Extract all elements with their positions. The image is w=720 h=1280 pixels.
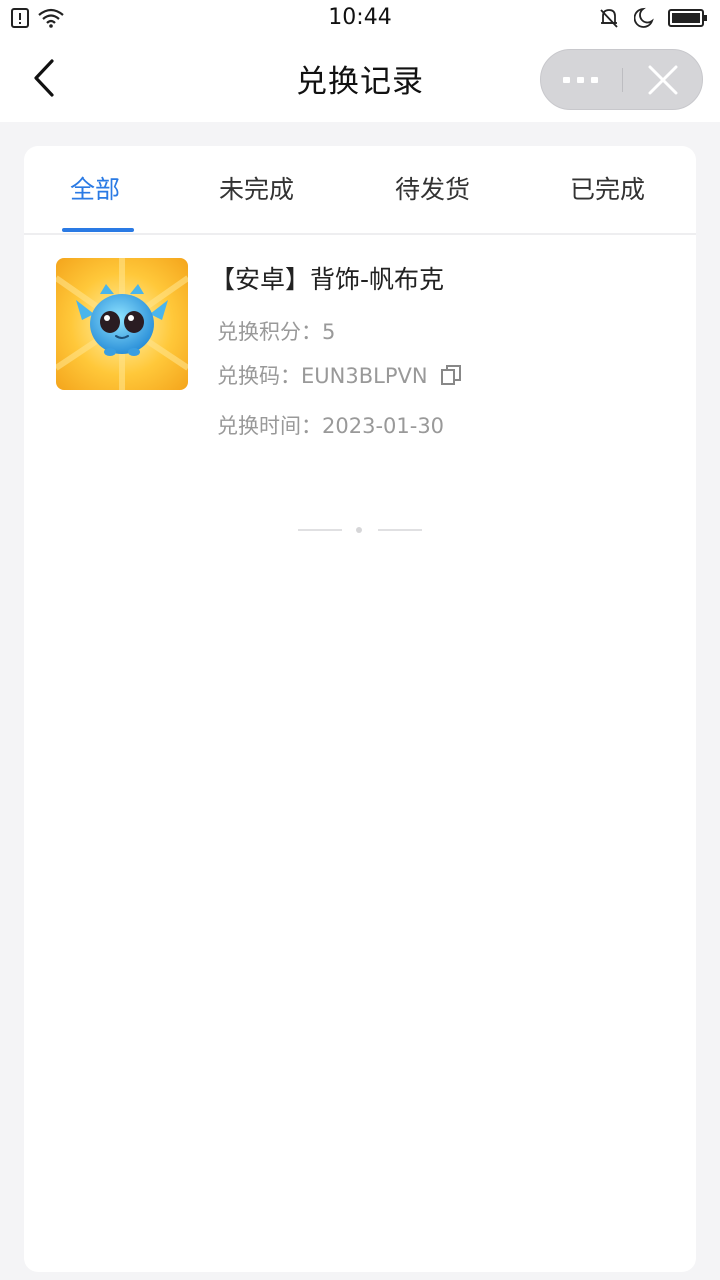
tab-all[interactable]: 全部 xyxy=(70,170,120,206)
more-dots-icon xyxy=(563,76,598,83)
copy-icon[interactable] xyxy=(440,364,462,391)
nav-bar: 兑换记录 xyxy=(0,38,720,122)
time-line: 兑换时间：2023-01-30 xyxy=(217,410,444,440)
code-label: 兑换码： xyxy=(217,364,301,388)
points-line: 兑换积分：5 xyxy=(217,316,335,346)
time-label: 兑换时间： xyxy=(217,414,322,438)
end-of-list-divider xyxy=(298,526,422,534)
product-name: 【安卓】背饰-帆布克 xyxy=(210,265,445,294)
points-label: 兑换积分： xyxy=(217,320,322,344)
battery-icon xyxy=(668,8,708,32)
more-button[interactable] xyxy=(541,50,621,109)
mini-program-capsule xyxy=(540,49,703,110)
records-card: 全部 未完成 待发货 已完成 【安卓】背饰-帆布克 兑换积分：5 兑换码：EUN… xyxy=(24,146,696,1272)
moon-icon xyxy=(633,7,654,33)
close-button[interactable] xyxy=(623,50,703,109)
list-item[interactable]: 【安卓】背饰-帆布克 兑换积分：5 兑换码：EUN3BLPVN 兑换时间：202… xyxy=(24,258,696,458)
tab-completed[interactable]: 已完成 xyxy=(570,170,645,206)
close-icon xyxy=(648,65,678,94)
time-value: 2023-01-30 xyxy=(322,414,445,438)
divider-dot xyxy=(356,527,362,533)
tab-pending-shipment[interactable]: 待发货 xyxy=(395,170,470,206)
code-value: EUN3BLPVN xyxy=(301,364,428,388)
divider-line-right xyxy=(378,529,422,531)
tab-bar: 全部 未完成 待发货 已完成 xyxy=(24,146,696,235)
divider-line-left xyxy=(298,529,342,531)
product-thumbnail xyxy=(56,258,188,390)
points-value: 5 xyxy=(322,320,336,344)
code-line: 兑换码：EUN3BLPVN xyxy=(217,360,462,391)
mute-bell-icon xyxy=(598,7,620,33)
tab-incomplete[interactable]: 未完成 xyxy=(219,170,294,206)
status-right-icons xyxy=(598,7,708,33)
active-tab-indicator xyxy=(62,228,134,232)
status-bar: 10:44 xyxy=(0,0,720,38)
